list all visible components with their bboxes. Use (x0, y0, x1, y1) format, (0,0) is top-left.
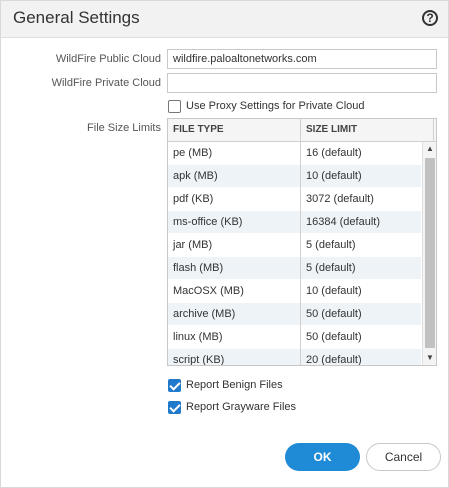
general-settings-dialog: General Settings ? WildFire Public Cloud… (0, 0, 449, 488)
file-type-cell: MacOSX (MB) (168, 280, 301, 303)
size-limit-cell[interactable]: 20 (default) (301, 349, 421, 365)
table-row[interactable]: pe (MB) 16 (default) (168, 142, 421, 165)
file-size-limits-table: FILE TYPE SIZE LIMIT pe (MB) 16 (default… (167, 118, 437, 366)
file-type-cell: linux (MB) (168, 326, 301, 349)
private-cloud-input[interactable] (167, 73, 437, 93)
private-cloud-label: WildFire Private Cloud (51, 77, 161, 89)
file-type-cell: apk (MB) (168, 165, 301, 188)
size-limit-cell[interactable]: 50 (default) (301, 326, 421, 349)
size-limit-cell[interactable]: 50 (default) (301, 303, 421, 326)
dialog-title-bar: General Settings ? (1, 1, 448, 38)
file-type-cell: pdf (KB) (168, 188, 301, 211)
dialog-title: General Settings (13, 8, 140, 27)
report-benign-checkbox[interactable] (168, 379, 181, 392)
column-header-file-type[interactable]: FILE TYPE (168, 119, 301, 141)
file-type-cell: ms-office (KB) (168, 211, 301, 234)
table-row[interactable]: flash (MB) 5 (default) (168, 257, 421, 280)
file-type-cell: archive (MB) (168, 303, 301, 326)
scroll-thumb[interactable] (425, 158, 435, 348)
file-type-cell: flash (MB) (168, 257, 301, 280)
report-benign-label: Report Benign Files (186, 379, 283, 391)
ok-button[interactable]: OK (285, 443, 360, 471)
file-size-limits-label: File Size Limits (87, 122, 161, 134)
file-type-cell: jar (MB) (168, 234, 301, 257)
table-row[interactable]: MacOSX (MB) 10 (default) (168, 280, 421, 303)
size-limit-cell[interactable]: 5 (default) (301, 257, 421, 280)
table-row[interactable]: linux (MB) 50 (default) (168, 326, 421, 349)
file-type-cell: pe (MB) (168, 142, 301, 165)
report-grayware-checkbox[interactable] (168, 401, 181, 414)
size-limit-cell[interactable]: 3072 (default) (301, 188, 421, 211)
table-row[interactable]: jar (MB) 5 (default) (168, 234, 421, 257)
scroll-down-arrow-icon[interactable]: ▼ (423, 351, 436, 365)
report-grayware-label: Report Grayware Files (186, 401, 297, 413)
scroll-up-arrow-icon[interactable]: ▲ (423, 142, 436, 156)
proxy-settings-checkbox[interactable] (168, 100, 181, 113)
size-limit-cell[interactable]: 16384 (default) (301, 211, 421, 234)
cancel-button[interactable]: Cancel (366, 443, 441, 471)
public-cloud-input[interactable]: wildfire.paloaltonetworks.com (167, 49, 437, 69)
table-row[interactable]: apk (MB) 10 (default) (168, 165, 421, 188)
table-scrollbar[interactable]: ▲ ▼ (422, 142, 436, 365)
table-body: pe (MB) 16 (default) apk (MB) 10 (defaul… (168, 142, 421, 365)
table-row[interactable]: archive (MB) 50 (default) (168, 303, 421, 326)
column-header-size-limit[interactable]: SIZE LIMIT (301, 119, 434, 141)
proxy-settings-label: Use Proxy Settings for Private Cloud (186, 100, 365, 112)
table-row[interactable]: script (KB) 20 (default) (168, 349, 421, 365)
table-row[interactable]: pdf (KB) 3072 (default) (168, 188, 421, 211)
help-icon[interactable]: ? (422, 10, 438, 26)
public-cloud-label: WildFire Public Cloud (55, 53, 161, 65)
size-limit-cell[interactable]: 10 (default) (301, 165, 421, 188)
size-limit-cell[interactable]: 10 (default) (301, 280, 421, 303)
table-row[interactable]: ms-office (KB) 16384 (default) (168, 211, 421, 234)
file-type-cell: script (KB) (168, 349, 301, 365)
size-limit-cell[interactable]: 16 (default) (301, 142, 421, 165)
table-header: FILE TYPE SIZE LIMIT (168, 119, 436, 142)
size-limit-cell[interactable]: 5 (default) (301, 234, 421, 257)
